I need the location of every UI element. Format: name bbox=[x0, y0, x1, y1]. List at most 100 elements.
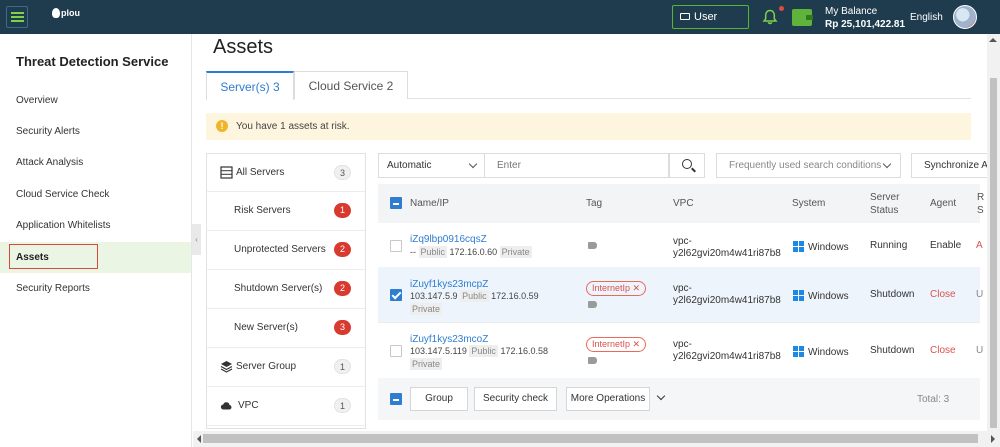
server-status: Shutdown bbox=[870, 345, 915, 356]
private-chip: Private bbox=[499, 246, 532, 258]
synchronize-button[interactable]: Synchronize A bbox=[911, 153, 991, 178]
top-bar: plou User Center My Balance Rp 25,101,42… bbox=[0, 0, 1000, 45]
logo[interactable]: plou bbox=[52, 8, 80, 18]
search-button[interactable] bbox=[669, 153, 705, 178]
risk-status[interactable]: A bbox=[976, 240, 983, 251]
server-type-vpc[interactable]: VPC 1 bbox=[206, 387, 366, 426]
warning-icon: ! bbox=[216, 120, 228, 132]
balance-value: Rp 25,101,422.81 bbox=[825, 19, 906, 30]
vpc-id-line2: y2l62gvi20m4w41ri87b8 bbox=[673, 295, 781, 306]
sidebar-item-label: Security Reports bbox=[16, 283, 90, 294]
balance-label: My Balance bbox=[825, 6, 878, 17]
table-footer: Group Security check More Operations bbox=[378, 378, 980, 420]
server-type-shutdown[interactable]: Shutdown Server(s) 2 bbox=[206, 270, 366, 309]
user-center-button[interactable]: User Center bbox=[672, 5, 749, 45]
server-type-label: VPC bbox=[238, 400, 259, 411]
private-ip: 172.16.0.60 bbox=[449, 247, 498, 257]
table-header: Name/IP Tag VPC System Server Status Age… bbox=[378, 184, 984, 223]
server-type-all[interactable]: All Servers 3 bbox=[206, 153, 366, 192]
avatar[interactable] bbox=[953, 5, 977, 29]
close-icon[interactable]: ✕ bbox=[633, 339, 641, 349]
select-all-checkbox[interactable] bbox=[390, 197, 402, 209]
system-name: Windows bbox=[808, 347, 849, 358]
server-type-group[interactable]: Server Group 1 bbox=[206, 348, 366, 387]
language-selector[interactable]: English bbox=[910, 12, 943, 23]
horizontal-scrollbar[interactable] bbox=[193, 431, 1000, 447]
sidebar-item-cloud-service-check[interactable]: Cloud Service Check bbox=[0, 179, 191, 210]
vertical-scroll-thumb[interactable] bbox=[990, 78, 997, 428]
scroll-right-icon[interactable] bbox=[991, 435, 999, 443]
server-type-new[interactable]: New Server(s) 3 bbox=[206, 309, 366, 348]
security-check-button[interactable]: Security check bbox=[474, 387, 557, 411]
sidebar-item-label: Security Alerts bbox=[16, 126, 80, 137]
more-operations-button[interactable]: More Operations bbox=[566, 387, 650, 411]
horizontal-scroll-thumb[interactable] bbox=[203, 434, 978, 443]
menu-icon[interactable] bbox=[6, 6, 28, 28]
sidebar-item-security-reports[interactable]: Security Reports bbox=[0, 273, 191, 304]
tag-icon[interactable] bbox=[588, 357, 597, 364]
server-ip-line: 103.147.5.119 Public 172.16.0.58 bbox=[410, 345, 548, 357]
close-icon[interactable]: ✕ bbox=[633, 283, 641, 293]
scroll-left-icon[interactable] bbox=[193, 435, 201, 443]
row-checkbox[interactable] bbox=[390, 240, 402, 252]
server-name-link[interactable]: iZuyf1kys23mcpZ bbox=[410, 279, 488, 290]
sidebar-item-overview[interactable]: Overview bbox=[0, 85, 191, 116]
table-row[interactable]: iZuyf1kys23mcpZ 103.147.5.9 Public 172.1… bbox=[378, 267, 983, 323]
public-ip: 103.147.5.119 bbox=[410, 346, 467, 356]
column-header-name[interactable]: Name/IP bbox=[410, 198, 449, 209]
sidebar-item-application-whitelists[interactable]: Application Whitelists bbox=[0, 210, 191, 241]
tag-icon[interactable] bbox=[588, 242, 597, 249]
sidebar-item-label: Overview bbox=[16, 95, 58, 106]
search-icon bbox=[682, 159, 692, 169]
agent-status: Close bbox=[930, 289, 956, 300]
server-ip-line-2: Private bbox=[410, 358, 443, 370]
wallet-icon[interactable] bbox=[792, 9, 813, 26]
scroll-up-icon[interactable] bbox=[989, 34, 997, 42]
sidebar-item-assets[interactable]: Assets bbox=[0, 242, 191, 273]
chevron-down-icon bbox=[882, 159, 892, 169]
windows-icon bbox=[793, 241, 804, 252]
column-header-system: System bbox=[792, 198, 826, 209]
search-input[interactable] bbox=[485, 153, 669, 178]
server-type-unprotected[interactable]: Unprotected Servers 2 bbox=[206, 231, 366, 270]
risk-alert: ! You have 1 assets at risk. bbox=[206, 113, 971, 140]
server-ip-line-2: Private bbox=[410, 303, 443, 315]
server-count-badge: 3 bbox=[334, 320, 351, 335]
total-count: Total: 3 bbox=[917, 394, 950, 405]
bell-icon[interactable] bbox=[762, 9, 778, 25]
server-type-label: Shutdown Server(s) bbox=[234, 283, 323, 294]
private-chip: Private bbox=[410, 358, 443, 370]
agent-status: Close bbox=[930, 345, 956, 356]
server-type-risk[interactable]: Risk Servers 1 bbox=[206, 192, 366, 231]
sidebar-item-security-alerts[interactable]: Security Alerts bbox=[0, 116, 191, 147]
server-name-link[interactable]: iZuyf1kys23mcoZ bbox=[410, 334, 488, 345]
row-checkbox[interactable] bbox=[390, 289, 402, 301]
sidebar-title: Threat Detection Service bbox=[16, 54, 169, 69]
tag-icon[interactable] bbox=[588, 301, 597, 308]
risk-alert-text: You have 1 assets at risk. bbox=[236, 121, 350, 132]
monitor-icon bbox=[680, 13, 690, 20]
active-highlight bbox=[9, 244, 98, 269]
vertical-scrollbar[interactable] bbox=[987, 34, 1000, 431]
public-chip: Public bbox=[418, 246, 448, 258]
tab-servers[interactable]: Server(s) 3 bbox=[206, 71, 294, 100]
vpc-id-line2: y2l62gvi20m4w41ri87b8 bbox=[673, 248, 781, 259]
sidebar-item-attack-analysis[interactable]: Attack Analysis bbox=[0, 147, 191, 178]
sidebar-item-label: Cloud Service Check bbox=[16, 189, 110, 200]
footer-select-all-checkbox[interactable] bbox=[390, 393, 402, 405]
server-name-link[interactable]: iZq9lbp0916cqsZ bbox=[410, 234, 487, 245]
public-chip: Public bbox=[460, 290, 489, 302]
tag-chip[interactable]: InternetIp ✕ bbox=[586, 281, 647, 296]
public-ip: 103.147.5.9 bbox=[410, 291, 458, 301]
frequent-conditions-select[interactable]: Frequently used search conditions bbox=[716, 153, 901, 178]
sidebar-collapse-handle[interactable]: ‹ bbox=[192, 224, 201, 255]
tag-chip[interactable]: InternetIp ✕ bbox=[586, 337, 647, 352]
table-row[interactable]: iZuyf1kys23mcoZ 103.147.5.119 Public 172… bbox=[378, 323, 983, 379]
server-count-badge: 3 bbox=[334, 165, 351, 180]
search-mode-select[interactable]: Automatic bbox=[378, 153, 485, 178]
tab-cloud-service[interactable]: Cloud Service 2 bbox=[294, 71, 408, 99]
server-type-label: Risk Servers bbox=[234, 205, 291, 216]
server-count-badge: 2 bbox=[334, 281, 351, 296]
group-button[interactable]: Group bbox=[410, 387, 468, 411]
row-checkbox[interactable] bbox=[390, 345, 402, 357]
